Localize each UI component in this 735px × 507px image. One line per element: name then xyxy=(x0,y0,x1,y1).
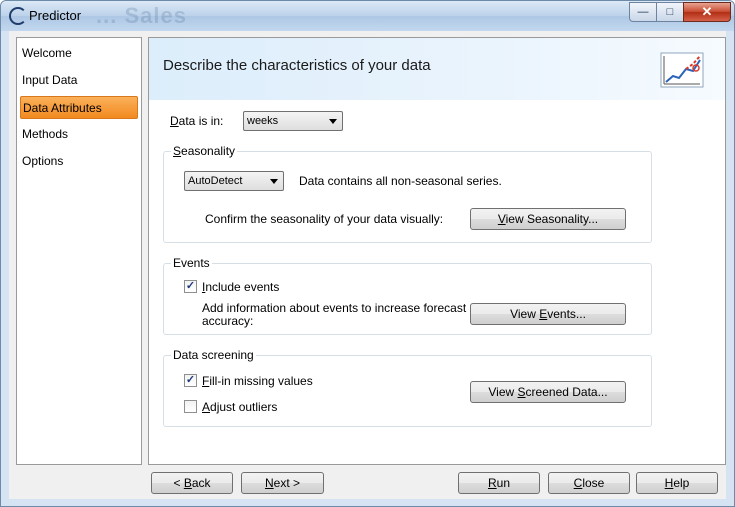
sidebar-item-methods[interactable]: Methods xyxy=(20,123,138,146)
sidebar-item-input-data[interactable]: Input Data xyxy=(20,69,138,92)
events-group: Events ✓ Include events Add information … xyxy=(163,256,652,335)
include-events-checkbox[interactable]: ✓ xyxy=(184,280,197,293)
run-button[interactable]: Run xyxy=(458,472,540,494)
page-title: Describe the characteristics of your dat… xyxy=(163,57,431,74)
close-window-button[interactable]: ✕ xyxy=(683,2,731,22)
chevron-down-icon xyxy=(329,119,337,124)
seasonality-status: Data contains all non-seasonal series. xyxy=(299,174,502,188)
main-panel: Describe the characteristics of your dat… xyxy=(148,37,726,465)
page-header: Describe the characteristics of your dat… xyxy=(149,38,725,100)
dialog-content: Welcome Input Data Data Attributes Metho… xyxy=(9,31,726,499)
data-in-value: weeks xyxy=(247,115,279,127)
fill-in-missing-label: Fill-in missing values xyxy=(202,374,313,388)
data-in-label: Data is in: xyxy=(170,114,224,128)
chart-line-icon xyxy=(660,52,704,88)
help-button[interactable]: Help xyxy=(636,472,718,494)
predictor-window: Predictor ... Sales — □ ✕ Welcome Input … xyxy=(0,0,735,507)
view-screened-data-button[interactable]: View Screened Data... xyxy=(470,381,626,403)
events-info-line1: Add information about events to increase… xyxy=(202,301,467,315)
data-screening-group-title: Data screening xyxy=(171,348,256,362)
title-bar[interactable]: Predictor ... Sales — □ ✕ xyxy=(1,1,734,31)
next-button[interactable]: Next > xyxy=(241,472,324,494)
adjust-outliers-label: Adjust outliers xyxy=(202,400,278,414)
include-events-label: Include events xyxy=(202,280,280,294)
close-button[interactable]: Close xyxy=(548,472,630,494)
wizard-sidebar: Welcome Input Data Data Attributes Metho… xyxy=(16,37,142,465)
seasonality-dropdown[interactable]: AutoDetect xyxy=(184,171,284,191)
adjust-outliers-checkbox[interactable] xyxy=(184,400,197,413)
window-ghost-title: ... Sales xyxy=(96,3,187,28)
maximize-button[interactable]: □ xyxy=(656,2,684,22)
data-in-dropdown[interactable]: weeks xyxy=(243,111,343,131)
seasonality-value: AutoDetect xyxy=(188,175,243,187)
fill-in-missing-checkbox[interactable]: ✓ xyxy=(184,374,197,387)
sidebar-item-welcome[interactable]: Welcome xyxy=(20,42,138,65)
data-screening-group: Data screening ✓ Fill-in missing values … xyxy=(163,348,652,427)
chevron-down-icon xyxy=(270,179,278,184)
events-group-title: Events xyxy=(171,256,212,270)
seasonality-group: Seasonality AutoDetect Data contains all… xyxy=(163,144,652,243)
minimize-button[interactable]: — xyxy=(629,2,657,22)
back-button[interactable]: < Back xyxy=(151,472,233,494)
sidebar-item-data-attributes[interactable]: Data Attributes xyxy=(20,96,138,119)
window-title: Predictor xyxy=(29,8,82,23)
events-info-line2: accuracy: xyxy=(202,314,254,328)
seasonality-confirm-text: Confirm the seasonality of your data vis… xyxy=(205,212,444,226)
seasonality-group-title: Seasonality xyxy=(171,144,238,158)
view-events-button[interactable]: View Events... xyxy=(470,303,626,325)
app-icon xyxy=(9,7,27,25)
view-seasonality-button[interactable]: View Seasonality... xyxy=(470,208,626,230)
sidebar-item-options[interactable]: Options xyxy=(20,150,138,173)
